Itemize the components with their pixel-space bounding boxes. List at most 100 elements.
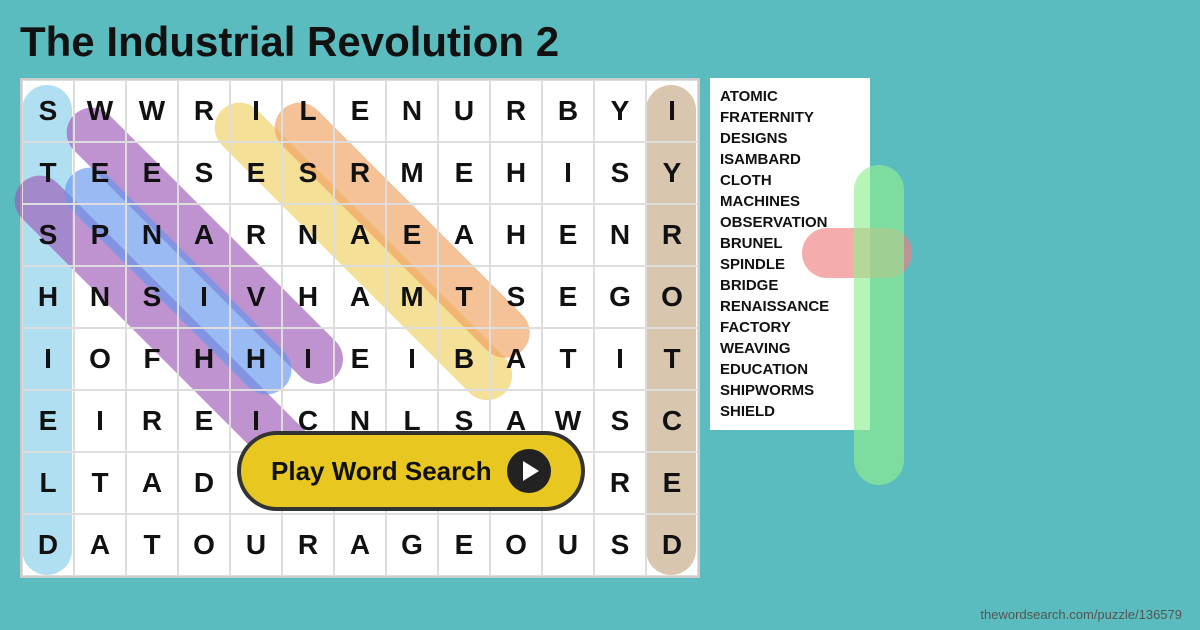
cell-1-8: E <box>438 142 490 204</box>
cell-1-5: S <box>282 142 334 204</box>
cell-6-11: R <box>594 452 646 514</box>
cell-7-7: G <box>386 514 438 576</box>
cell-1-12: Y <box>646 142 698 204</box>
cell-3-10: E <box>542 266 594 328</box>
cell-7-0: D <box>22 514 74 576</box>
cell-3-3: I <box>178 266 230 328</box>
cell-5-12: C <box>646 390 698 452</box>
word-item-10: RENAISSANCE <box>720 298 860 315</box>
cell-4-11: I <box>594 328 646 390</box>
cell-1-0: T <box>22 142 74 204</box>
play-word-search-button[interactable]: Play Word Search <box>237 431 585 511</box>
grid-wrapper: S W W R I L E N U R B Y I T E E S E S R <box>20 78 700 578</box>
cell-4-8: B <box>438 328 490 390</box>
cell-4-6: E <box>334 328 386 390</box>
cell-3-2: S <box>126 266 178 328</box>
cell-1-4: E <box>230 142 282 204</box>
content-area: S W W R I L E N U R B Y I T E E S E S R <box>20 78 1180 578</box>
cell-2-1: P <box>74 204 126 266</box>
cell-6-12: E <box>646 452 698 514</box>
cell-2-4: R <box>230 204 282 266</box>
cell-4-7: I <box>386 328 438 390</box>
cell-0-3: R <box>178 80 230 142</box>
word-item-3: ISAMBARD <box>720 151 860 168</box>
word-item-15: SHIELD <box>720 403 860 420</box>
word-item-2: DESIGNS <box>720 130 860 147</box>
cell-7-3: O <box>178 514 230 576</box>
cell-7-4: U <box>230 514 282 576</box>
cell-1-3: S <box>178 142 230 204</box>
cell-3-0: H <box>22 266 74 328</box>
cell-7-2: T <box>126 514 178 576</box>
word-item-12: WEAVING <box>720 340 860 357</box>
word-item-13: EDUCATION <box>720 361 860 378</box>
cell-0-9: R <box>490 80 542 142</box>
word-item-5: MACHINES <box>720 193 860 210</box>
cell-7-5: R <box>282 514 334 576</box>
cell-0-6: E <box>334 80 386 142</box>
cell-2-3: A <box>178 204 230 266</box>
cell-7-1: A <box>74 514 126 576</box>
word-item-1: FRATERNITY <box>720 109 860 126</box>
word-item-9: BRIDGE <box>720 277 860 294</box>
cell-3-1: N <box>74 266 126 328</box>
cell-0-4: I <box>230 80 282 142</box>
cell-7-6: A <box>334 514 386 576</box>
cell-2-0: S <box>22 204 74 266</box>
cell-2-8: A <box>438 204 490 266</box>
word-item-11: FACTORY <box>720 319 860 336</box>
cell-7-12: D <box>646 514 698 576</box>
cell-4-4: H <box>230 328 282 390</box>
cell-3-11: G <box>594 266 646 328</box>
cell-5-0: E <box>22 390 74 452</box>
cell-0-11: Y <box>594 80 646 142</box>
cell-0-5: L <box>282 80 334 142</box>
cell-2-9: H <box>490 204 542 266</box>
cell-0-7: N <box>386 80 438 142</box>
cell-4-0: I <box>22 328 74 390</box>
cell-1-2: E <box>126 142 178 204</box>
cell-7-9: O <box>490 514 542 576</box>
cell-2-6: A <box>334 204 386 266</box>
cell-1-10: I <box>542 142 594 204</box>
cell-5-1: I <box>74 390 126 452</box>
cell-3-9: S <box>490 266 542 328</box>
cell-4-12: T <box>646 328 698 390</box>
cell-5-3: E <box>178 390 230 452</box>
cell-0-2: W <box>126 80 178 142</box>
cell-7-10: U <box>542 514 594 576</box>
cell-4-5: I <box>282 328 334 390</box>
cell-6-0: L <box>22 452 74 514</box>
cell-6-2: A <box>126 452 178 514</box>
cell-7-11: S <box>594 514 646 576</box>
cell-6-3: D <box>178 452 230 514</box>
cell-2-5: N <box>282 204 334 266</box>
cell-0-1: W <box>74 80 126 142</box>
cell-3-12: O <box>646 266 698 328</box>
cell-3-8: T <box>438 266 490 328</box>
cell-0-12: I <box>646 80 698 142</box>
cell-3-5: H <box>282 266 334 328</box>
cell-4-1: O <box>74 328 126 390</box>
cell-1-9: H <box>490 142 542 204</box>
word-item-4: CLOTH <box>720 172 860 189</box>
cell-4-3: H <box>178 328 230 390</box>
cell-5-2: R <box>126 390 178 452</box>
highlight-green-vertical <box>854 165 904 485</box>
cell-6-1: T <box>74 452 126 514</box>
word-item-0: ATOMIC <box>720 88 860 105</box>
cell-2-11: N <box>594 204 646 266</box>
cell-4-2: F <box>126 328 178 390</box>
cell-3-6: A <box>334 266 386 328</box>
cta-button-label: Play Word Search <box>271 456 492 487</box>
footer-url: thewordsearch.com/puzzle/136579 <box>980 607 1182 622</box>
cell-1-11: S <box>594 142 646 204</box>
cell-2-12: R <box>646 204 698 266</box>
cell-5-11: S <box>594 390 646 452</box>
main-container: The Industrial Revolution 2 S W W R I L … <box>0 0 1200 630</box>
cell-2-10: E <box>542 204 594 266</box>
cell-2-7: E <box>386 204 438 266</box>
cell-0-0: S <box>22 80 74 142</box>
cell-1-7: M <box>386 142 438 204</box>
cell-7-8: E <box>438 514 490 576</box>
